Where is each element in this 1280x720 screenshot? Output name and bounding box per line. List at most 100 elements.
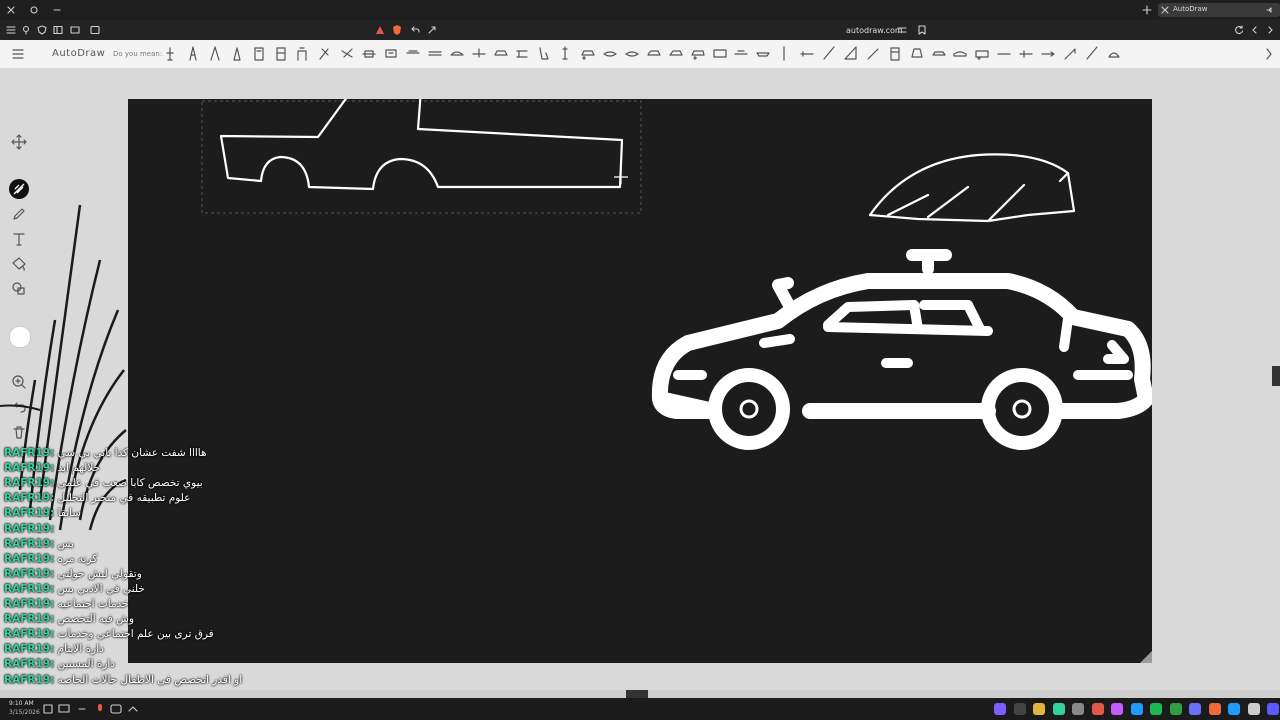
warning-icon[interactable] — [375, 25, 385, 35]
display-icon[interactable] — [58, 703, 70, 715]
window-icon[interactable] — [70, 25, 80, 35]
app-icon-5[interactable] — [1111, 703, 1123, 715]
suggestion-icon[interactable] — [909, 45, 925, 63]
suggestion-icon[interactable] — [1062, 45, 1078, 63]
suggestion-icon[interactable] — [602, 45, 618, 63]
suggestion-icon[interactable] — [339, 45, 355, 63]
suggestion-icon[interactable] — [1084, 45, 1100, 63]
chevron-up-icon[interactable] — [127, 703, 139, 715]
suggestion-icon[interactable] — [887, 45, 903, 63]
suggestion-icon[interactable] — [843, 45, 859, 63]
suggestion-icon[interactable] — [383, 45, 399, 63]
close-icon[interactable] — [6, 5, 16, 15]
address-url[interactable]: autodraw.com — [846, 26, 903, 35]
suggestion-icon[interactable] — [690, 45, 706, 63]
suggestion-icon[interactable] — [471, 45, 487, 63]
reload-icon[interactable] — [1234, 25, 1244, 35]
brave-icon[interactable] — [1208, 703, 1221, 715]
suggestion-icon[interactable] — [712, 45, 728, 63]
translate-icon[interactable] — [897, 25, 907, 35]
autodraw-tool[interactable] — [9, 179, 29, 199]
tab-close-icon[interactable] — [1161, 6, 1169, 14]
autodraw-icon — [13, 183, 25, 195]
suggestion-icon[interactable] — [1106, 45, 1122, 63]
spotify-icon[interactable] — [1150, 703, 1162, 715]
xbox-icon[interactable] — [1169, 703, 1182, 715]
settings-icon[interactable] — [1072, 703, 1084, 715]
suggestion-icon[interactable] — [821, 45, 837, 63]
resize-handle-icon[interactable] — [1140, 651, 1152, 663]
sidebar-icon[interactable] — [53, 25, 63, 35]
app-icon-4[interactable] — [1091, 703, 1104, 715]
microphone-icon[interactable] — [94, 703, 106, 715]
suggestion-icon[interactable] — [449, 45, 465, 63]
location-icon[interactable] — [21, 25, 31, 35]
new-tab-icon[interactable] — [1142, 5, 1152, 15]
reader-icon[interactable] — [90, 25, 100, 35]
language-icon[interactable] — [76, 703, 88, 715]
horizontal-scrollbar[interactable] — [0, 690, 1280, 698]
suggestion-icon[interactable] — [208, 45, 224, 63]
shield-icon[interactable] — [37, 25, 47, 35]
scroll-right-icon[interactable] — [1265, 47, 1273, 61]
app-icon-2[interactable] — [1013, 703, 1026, 715]
hamburger-menu-icon[interactable] — [12, 48, 24, 60]
suggestion-icon[interactable] — [668, 45, 684, 63]
suggestion-icon[interactable] — [493, 45, 509, 63]
suggestion-icon[interactable] — [186, 45, 202, 63]
move-tool[interactable] — [9, 132, 29, 152]
suggestion-icon[interactable] — [230, 45, 246, 63]
suggestion-icon[interactable] — [865, 45, 881, 63]
active-tab[interactable]: AutoDraw — [1158, 3, 1280, 17]
app-icon-8[interactable] — [1267, 703, 1279, 715]
suggestion-icon[interactable] — [974, 45, 990, 63]
chat-text: سابقا — [54, 507, 82, 520]
suggestion-icon[interactable] — [558, 45, 574, 63]
scrollbar-thumb[interactable] — [626, 690, 648, 698]
suggestion-icon[interactable] — [514, 45, 530, 63]
suggestion-icon[interactable] — [274, 45, 290, 63]
suggestion-icon[interactable] — [777, 45, 793, 63]
record-icon[interactable] — [110, 703, 122, 715]
bookmark-icon[interactable] — [917, 25, 927, 35]
app-icon-3[interactable] — [1052, 703, 1065, 715]
suggestion-icon[interactable] — [646, 45, 662, 63]
app-icon-6[interactable] — [1130, 703, 1143, 715]
app-icon-1[interactable] — [994, 703, 1006, 715]
folder-icon[interactable] — [1033, 703, 1045, 715]
suggestion-icon[interactable] — [361, 45, 377, 63]
settings-icon[interactable] — [29, 5, 39, 15]
suggestion-icon[interactable] — [164, 45, 180, 63]
selection-box[interactable] — [201, 100, 642, 214]
vertical-scrollbar-thumb[interactable] — [1272, 366, 1280, 386]
police-car-drawing[interactable] — [651, 249, 1152, 450]
suggestion-icon[interactable] — [799, 45, 815, 63]
suggestion-icon[interactable] — [624, 45, 640, 63]
discord-icon[interactable] — [1189, 703, 1201, 715]
suggestion-icon[interactable] — [996, 45, 1012, 63]
suggestion-icon[interactable] — [295, 45, 311, 63]
suggestion-icon[interactable] — [536, 45, 552, 63]
undo-icon[interactable] — [410, 25, 420, 35]
suggestion-icon[interactable] — [755, 45, 771, 63]
app-icon-7[interactable] — [1228, 703, 1240, 715]
menu-icon[interactable] — [6, 25, 16, 35]
tab-audio-icon[interactable] — [1266, 6, 1274, 14]
brave-icon[interactable] — [391, 24, 403, 36]
suggestion-icon[interactable] — [931, 45, 947, 63]
notification-icon[interactable] — [42, 703, 54, 715]
suggestion-icon[interactable] — [405, 45, 421, 63]
suggestion-icon[interactable] — [252, 45, 268, 63]
suggestion-icon[interactable] — [1018, 45, 1034, 63]
suggestion-icon[interactable] — [952, 45, 968, 63]
suggestion-icon[interactable] — [317, 45, 333, 63]
suggestion-icon[interactable] — [427, 45, 443, 63]
search-icon[interactable] — [1247, 703, 1260, 715]
suggestion-icon[interactable] — [580, 45, 596, 63]
extension-icon[interactable] — [427, 25, 437, 35]
back-icon[interactable] — [1250, 25, 1260, 35]
suggestion-icon[interactable] — [733, 45, 749, 63]
forward-icon[interactable] — [1265, 25, 1275, 35]
minimize-icon[interactable] — [52, 5, 62, 15]
suggestion-icon[interactable] — [1040, 45, 1056, 63]
